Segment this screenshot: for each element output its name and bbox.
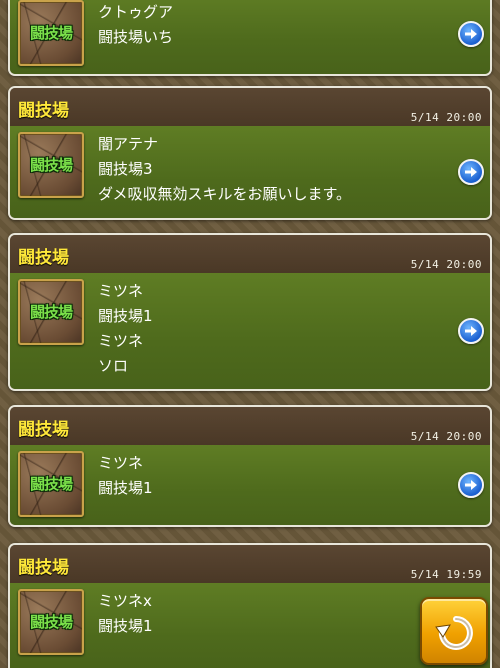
card-line: 闇アテナ bbox=[98, 135, 159, 153]
card-line: ミツネ bbox=[98, 282, 144, 300]
card-line: 闘技場いち bbox=[98, 28, 174, 46]
card-body: 闘技場 闇アテナ 闘技場3 ダメ吸収無効スキルをお願いします。 bbox=[10, 126, 490, 218]
colosseum-badge-icon: 闘技場 bbox=[18, 279, 84, 345]
dungeon-card[interactable]: 闘技場 クトゥグア 闘技場いち bbox=[8, 0, 492, 76]
arrow-right-circle-icon[interactable] bbox=[458, 159, 484, 185]
colosseum-badge-icon: 闘技場 bbox=[18, 132, 84, 198]
card-line: ミツネ bbox=[98, 332, 144, 350]
refresh-button[interactable] bbox=[420, 597, 488, 665]
badge-label: 闘技場 bbox=[29, 613, 73, 631]
card-title: 闘技場 bbox=[18, 248, 69, 268]
dungeon-card[interactable]: 闘技場 5/14 20:00 闘技場 闇アテナ 闘技場3 ダメ吸収無効スキルをお… bbox=[8, 86, 492, 220]
card-line: クトゥグア bbox=[98, 3, 174, 21]
dungeon-card[interactable]: 闘技場 5/14 20:00 闘技場 ミツネ 闘技場1 bbox=[8, 405, 492, 527]
card-body: 闘技場 ミツネx 闘技場1 bbox=[10, 583, 490, 668]
card-header: 闘技場 5/14 20:00 bbox=[10, 407, 490, 445]
colosseum-badge-icon: 闘技場 bbox=[18, 589, 84, 655]
card-line: 闘技場1 bbox=[98, 307, 153, 325]
card-timestamp: 5/14 20:00 bbox=[410, 430, 482, 443]
card-line: ダメ吸収無効スキルをお願いします。 bbox=[98, 185, 352, 203]
colosseum-badge-icon: 闘技場 bbox=[18, 0, 84, 66]
card-header: 闘技場 5/14 20:00 bbox=[10, 235, 490, 273]
card-body: 闘技場 クトゥグア 闘技場いち bbox=[10, 0, 490, 74]
card-line: ミツネ bbox=[98, 454, 144, 472]
refresh-icon bbox=[435, 616, 473, 650]
card-timestamp: 5/14 19:59 bbox=[410, 568, 482, 581]
card-header: 闘技場 5/14 20:00 bbox=[10, 88, 490, 126]
badge-label: 闘技場 bbox=[29, 475, 73, 493]
arrow-right-circle-icon[interactable] bbox=[458, 472, 484, 498]
card-line: ソロ bbox=[98, 357, 129, 375]
card-header: 闘技場 5/14 19:59 bbox=[10, 545, 490, 583]
card-line: ミツネx bbox=[98, 592, 152, 610]
badge-label: 闘技場 bbox=[29, 156, 73, 174]
card-line: 闘技場3 bbox=[98, 160, 153, 178]
card-title: 闘技場 bbox=[18, 558, 69, 578]
arrow-right-circle-icon[interactable] bbox=[458, 21, 484, 47]
card-body: 闘技場 ミツネ 闘技場1 ミツネ ソロ bbox=[10, 273, 490, 389]
card-title: 闘技場 bbox=[18, 101, 69, 121]
colosseum-badge-icon: 闘技場 bbox=[18, 451, 84, 517]
card-timestamp: 5/14 20:00 bbox=[410, 111, 482, 124]
dungeon-card[interactable]: 闘技場 5/14 20:00 闘技場 ミツネ 闘技場1 ミツネ ソロ bbox=[8, 233, 492, 391]
card-timestamp: 5/14 20:00 bbox=[410, 258, 482, 271]
card-body: 闘技場 ミツネ 闘技場1 bbox=[10, 445, 490, 525]
badge-label: 闘技場 bbox=[29, 24, 73, 42]
card-line: 闘技場1 bbox=[98, 617, 153, 635]
card-line: 闘技場1 bbox=[98, 479, 153, 497]
card-title: 闘技場 bbox=[18, 420, 69, 440]
badge-label: 闘技場 bbox=[29, 303, 73, 321]
arrow-right-circle-icon[interactable] bbox=[458, 318, 484, 344]
